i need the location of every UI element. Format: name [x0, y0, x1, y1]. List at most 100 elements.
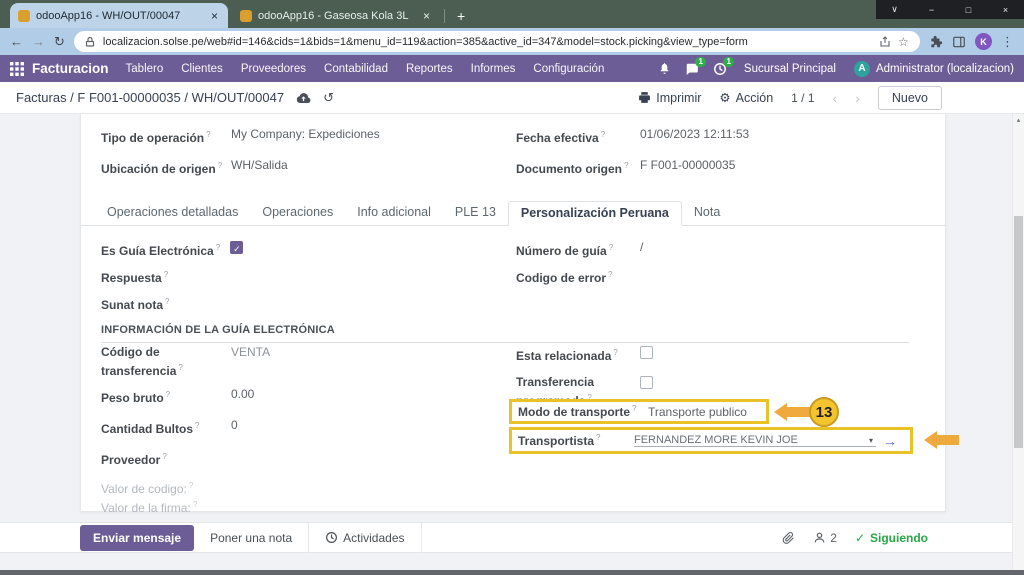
apps-grid-icon[interactable]	[10, 62, 24, 76]
browser-tab-active[interactable]: odooApp16 - WH/OUT/00047 ×	[10, 3, 228, 28]
annotation-arrow-modo-transporte	[787, 407, 811, 417]
field-value[interactable]: 0.00	[231, 387, 254, 406]
tab-favicon-icon	[240, 10, 252, 22]
activities-button[interactable]: Actividades	[325, 531, 404, 545]
pager-previous-icon[interactable]: ‹	[833, 90, 838, 106]
clock-icon	[325, 531, 338, 544]
messages-icon[interactable]: 1	[685, 62, 699, 76]
tab-ple-13[interactable]: PLE 13	[443, 201, 508, 226]
field-modo-transporte-highlighted: Modo de transporte Transporte publico	[509, 399, 769, 424]
field-label: Transportista	[518, 433, 634, 448]
menu-tablero[interactable]: Tablero	[117, 63, 173, 75]
tab-close-icon[interactable]: ×	[421, 10, 432, 22]
tab-nota[interactable]: Nota	[682, 201, 732, 226]
following-label: Siguiendo	[870, 531, 928, 545]
new-button[interactable]: Nuevo	[878, 86, 942, 110]
field-peso-bruto: Peso bruto 0.00	[101, 387, 501, 406]
field-value[interactable]: F F001-00000035	[640, 158, 735, 177]
check-icon: ✓	[855, 531, 865, 545]
reload-icon[interactable]: ↻	[54, 35, 65, 48]
es-guia-checkbox[interactable]	[230, 241, 243, 254]
paperclip-icon[interactable]	[782, 531, 795, 544]
user-avatar[interactable]: A	[854, 61, 870, 77]
tab-operaciones[interactable]: Operaciones	[250, 201, 345, 226]
internal-link-arrow-icon[interactable]: →	[883, 433, 897, 449]
tab-divider	[444, 9, 445, 23]
app-name[interactable]: Facturacion	[32, 61, 109, 76]
menu-clientes[interactable]: Clientes	[172, 63, 232, 75]
window-controls: ∨ − □ ×	[876, 0, 1024, 19]
new-tab-button[interactable]: +	[449, 8, 473, 24]
discard-undo-icon[interactable]: ↺	[323, 90, 334, 106]
menu-reportes[interactable]: Reportes	[397, 63, 462, 75]
menu-informes[interactable]: Informes	[462, 63, 525, 75]
browser-tab-inactive[interactable]: odooApp16 - Gaseosa Kola 3L ×	[232, 3, 440, 28]
field-label: Sunat nota	[101, 294, 231, 313]
field-label: Documento origen	[516, 158, 640, 177]
back-icon[interactable]: ←	[10, 35, 23, 48]
section-title: INFORMACIÓN DE LA GUÍA ELECTRÓNICA	[101, 324, 909, 343]
maximize-icon[interactable]: □	[950, 0, 987, 19]
activities-badge: 1	[723, 57, 733, 67]
field-value[interactable]: My Company: Expediciones	[231, 127, 380, 146]
field-value[interactable]: /	[640, 240, 643, 259]
screen: odooApp16 - WH/OUT/00047 × odooApp16 - G…	[0, 0, 1024, 575]
minimize-icon[interactable]: −	[913, 0, 950, 19]
page-scrollbar[interactable]: ▴	[1012, 114, 1024, 570]
field-label: Es Guía Electrónica	[101, 240, 220, 259]
modo-transporte-value[interactable]: Transporte publico	[648, 405, 747, 419]
browser-menu-icon[interactable]: ⋮	[1001, 35, 1014, 48]
window-bottom-edge	[0, 570, 1024, 575]
pager-next-icon[interactable]: ›	[855, 90, 860, 106]
company-switcher[interactable]: Sucursal Principal	[744, 63, 836, 75]
following-button[interactable]: ✓ Siguiendo	[855, 531, 928, 545]
field-label: Cantidad Bultos	[101, 418, 231, 437]
user-name[interactable]: Administrator (localizacion)	[876, 63, 1014, 75]
action-button[interactable]: ⚙ Acción	[719, 90, 773, 105]
browser-profile-avatar[interactable]: K	[975, 33, 992, 50]
field-documento-origen: Documento origen F F001-00000035	[516, 158, 925, 177]
menu-contabilidad[interactable]: Contabilidad	[315, 63, 397, 75]
field-value: VENTA	[231, 345, 270, 379]
breadcrumb[interactable]: Facturas / F F001-00000035 / WH/OUT/0004…	[16, 90, 284, 105]
esta-relacionada-checkbox[interactable]	[640, 346, 653, 359]
bookmark-star-icon[interactable]: ☆	[898, 36, 910, 48]
field-valor-firma: Valor de la firma:	[101, 497, 501, 516]
field-value[interactable]: WH/Salida	[231, 158, 288, 177]
tab-search-icon[interactable]: ∨	[876, 0, 913, 19]
transportista-dropdown[interactable]: FERNANDEZ MORE KEVIN JOE ▾	[634, 434, 876, 447]
side-panel-icon[interactable]	[952, 35, 966, 49]
form-header-fields: Tipo de operación My Company: Expedicion…	[81, 114, 945, 189]
print-button[interactable]: Imprimir	[638, 91, 701, 105]
field-label: Valor de codigo:	[101, 478, 193, 497]
log-note-button[interactable]: Poner una nota	[210, 531, 292, 545]
notifications-bell-icon[interactable]	[658, 62, 671, 75]
transferencia-programada-checkbox[interactable]	[640, 376, 653, 389]
tab-title: odooApp16 - Gaseosa Kola 3L	[258, 10, 415, 22]
extensions-puzzle-icon[interactable]	[929, 35, 943, 49]
share-icon[interactable]	[879, 36, 891, 48]
field-value[interactable]: 0	[231, 418, 238, 437]
field-sunat-nota: Sunat nota	[101, 294, 501, 313]
field-value[interactable]: 01/06/2023 12:11:53	[640, 127, 749, 146]
menu-configuracion[interactable]: Configuración	[524, 63, 613, 75]
window-close-icon[interactable]: ×	[987, 0, 1024, 19]
tab-operaciones-detalladas[interactable]: Operaciones detalladas	[95, 201, 250, 226]
transportista-value[interactable]: FERNANDEZ MORE KEVIN JOE	[634, 434, 866, 446]
field-cantidad-bultos: Cantidad Bultos 0	[101, 418, 501, 437]
menu-proveedores[interactable]: Proveedores	[232, 63, 315, 75]
url-field[interactable]: localizacion.solse.pe/web#id=146&cids=1&…	[74, 31, 920, 52]
tab-personalizacion-peruana[interactable]: Personalización Peruana	[508, 201, 682, 226]
tab-close-icon[interactable]: ×	[209, 10, 220, 22]
followers-button[interactable]: 2	[813, 531, 837, 545]
field-label: Esta relacionada	[516, 345, 640, 364]
chevron-down-icon[interactable]: ▾	[869, 436, 873, 445]
activities-clock-icon[interactable]: 1	[713, 62, 727, 76]
forward-icon[interactable]: →	[32, 35, 45, 48]
tab-info-adicional[interactable]: Info adicional	[345, 201, 443, 226]
scrollbar-thumb[interactable]	[1014, 216, 1023, 448]
scroll-up-icon[interactable]: ▴	[1013, 114, 1024, 126]
divider	[308, 522, 309, 553]
save-cloud-icon[interactable]	[296, 92, 311, 104]
send-message-button[interactable]: Enviar mensaje	[80, 525, 194, 551]
